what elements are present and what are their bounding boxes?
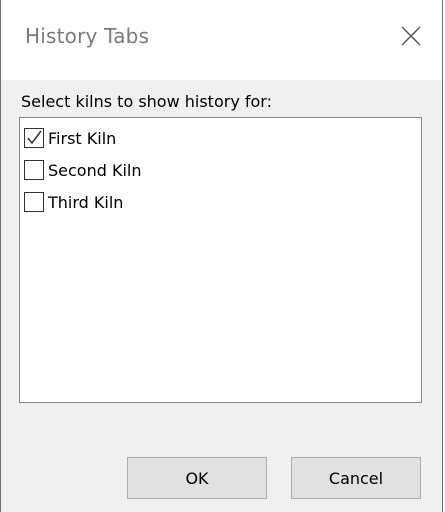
third-kiln-label: Third Kiln	[48, 192, 124, 212]
title-bar: History Tabs	[1, 0, 442, 80]
kiln-selection-prompt: Select kilns to show history for:	[21, 92, 272, 111]
kiln-item-second[interactable]: Second Kiln	[24, 158, 142, 182]
kiln-item-third[interactable]: Third Kiln	[24, 190, 123, 214]
checkmark-icon	[27, 130, 42, 145]
ok-button[interactable]: OK	[127, 457, 267, 499]
window-title: History Tabs	[25, 24, 150, 48]
kiln-checklist[interactable]: First Kiln Second Kiln Third Kiln	[19, 117, 422, 403]
first-kiln-label: First Kiln	[48, 128, 117, 148]
history-tabs-dialog: History Tabs Select kilns to show histor…	[0, 0, 443, 512]
third-kiln-checkbox[interactable]	[24, 192, 44, 212]
second-kiln-label: Second Kiln	[48, 160, 142, 180]
cancel-button[interactable]: Cancel	[291, 457, 421, 499]
close-icon	[401, 26, 421, 46]
close-button[interactable]	[382, 6, 442, 64]
second-kiln-checkbox[interactable]	[24, 160, 44, 180]
first-kiln-checkbox[interactable]	[24, 128, 44, 148]
kiln-item-first[interactable]: First Kiln	[24, 126, 116, 150]
